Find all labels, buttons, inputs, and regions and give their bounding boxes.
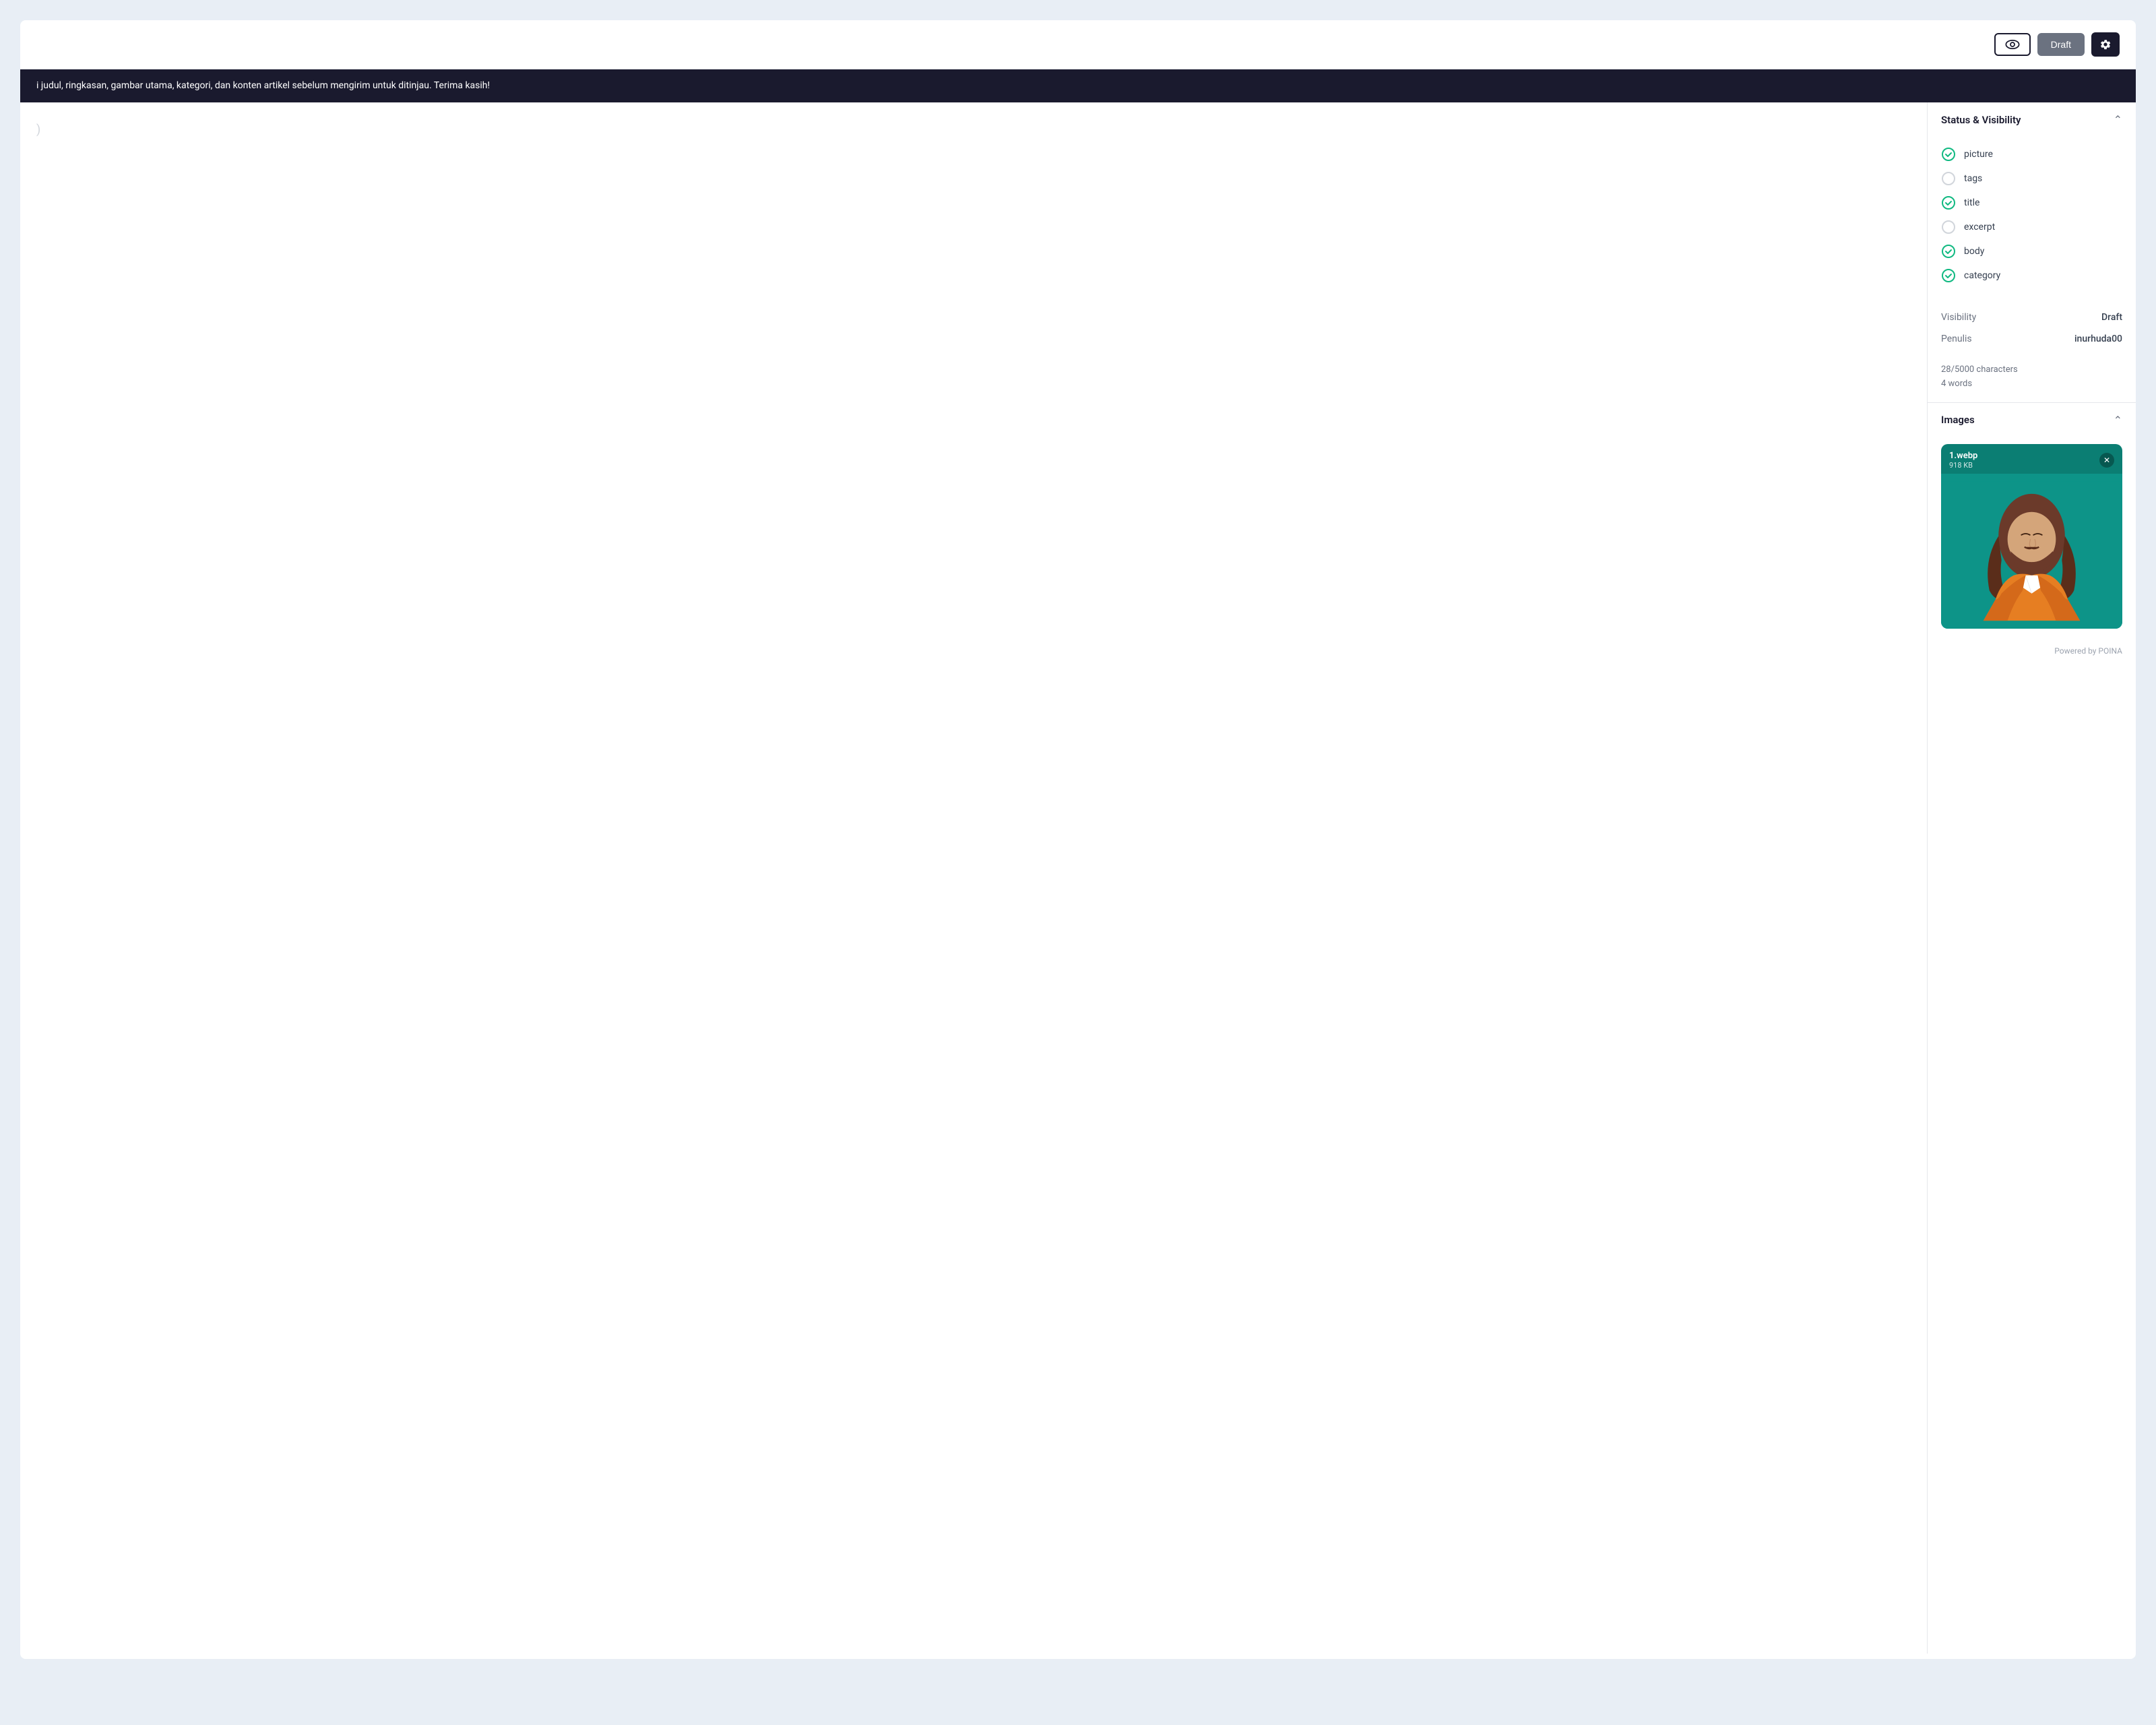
checklist-item-picture: picture bbox=[1941, 142, 2122, 166]
checklist-label-excerpt: excerpt bbox=[1964, 222, 1995, 232]
preview-button[interactable] bbox=[1994, 33, 2031, 56]
checklist-label-picture: picture bbox=[1964, 149, 1993, 160]
checklist-item-category: category bbox=[1941, 263, 2122, 288]
image-card-info: 1.webp 918 KB bbox=[1949, 451, 1977, 470]
status-visibility-header[interactable]: Status & Visibility ⌃ bbox=[1928, 102, 2136, 137]
person-illustration bbox=[1941, 474, 2122, 629]
checklist-item-excerpt: excerpt bbox=[1941, 215, 2122, 239]
check-excerpt-icon bbox=[1941, 220, 1956, 234]
status-visibility-section: Status & Visibility ⌃ picture bbox=[1928, 102, 2136, 403]
image-filename: 1.webp bbox=[1949, 451, 1977, 461]
checklist-label-title: title bbox=[1964, 197, 1979, 208]
draft-button[interactable]: Draft bbox=[2037, 33, 2085, 56]
check-category-icon bbox=[1941, 268, 1956, 283]
sidebar: Status & Visibility ⌃ picture bbox=[1927, 102, 2136, 1654]
image-filesize: 918 KB bbox=[1949, 461, 1977, 470]
main-container: Draft i judul, ringkasan, gambar utama, … bbox=[20, 20, 2136, 1659]
image-card-container: 1.webp 918 KB ✕ bbox=[1928, 437, 2136, 635]
check-tags-icon bbox=[1941, 171, 1956, 186]
gear-icon bbox=[2099, 38, 2112, 51]
notification-banner: i judul, ringkasan, gambar utama, katego… bbox=[20, 69, 2136, 102]
penulis-value: inurhuda00 bbox=[2074, 334, 2122, 344]
checklist-label-category: category bbox=[1964, 270, 2000, 281]
characters-count: 28/5000 characters bbox=[1941, 363, 2122, 377]
header: Draft bbox=[20, 20, 2136, 69]
images-section-header[interactable]: Images ⌃ bbox=[1928, 403, 2136, 437]
sidebar-footer: Powered by POINA bbox=[1928, 635, 2136, 664]
banner-text: i judul, ringkasan, gambar utama, katego… bbox=[36, 80, 490, 91]
meta-info: Visibility Draft Penulis inurhuda00 bbox=[1928, 299, 2136, 360]
image-preview bbox=[1941, 474, 2122, 629]
images-chevron-up-icon: ⌃ bbox=[2114, 414, 2122, 427]
checklist-item-title: title bbox=[1941, 191, 2122, 215]
image-card: 1.webp 918 KB ✕ bbox=[1941, 444, 2122, 629]
settings-button[interactable] bbox=[2091, 32, 2120, 57]
checklist-label-tags: tags bbox=[1964, 173, 1982, 184]
image-card-header: 1.webp 918 KB ✕ bbox=[1941, 444, 2122, 474]
status-visibility-title: Status & Visibility bbox=[1941, 114, 2021, 126]
content-placeholder: ) bbox=[36, 123, 40, 137]
char-info: 28/5000 characters 4 words bbox=[1928, 360, 2136, 402]
visibility-row: Visibility Draft bbox=[1941, 307, 2122, 328]
checklist-label-body: body bbox=[1964, 246, 1984, 257]
visibility-value: Draft bbox=[2101, 312, 2122, 323]
chevron-up-icon: ⌃ bbox=[2114, 113, 2122, 126]
preview-icon bbox=[2005, 40, 2020, 49]
content-layout: ) Status & Visibility ⌃ pictur bbox=[20, 102, 2136, 1654]
penulis-row: Penulis inurhuda00 bbox=[1941, 328, 2122, 350]
images-title: Images bbox=[1941, 414, 1975, 426]
visibility-label: Visibility bbox=[1941, 312, 1976, 323]
checklist-item-body: body bbox=[1941, 239, 2122, 263]
images-section: Images ⌃ 1.webp 918 KB ✕ bbox=[1928, 403, 2136, 635]
words-count: 4 words bbox=[1941, 377, 2122, 391]
main-content-area: ) bbox=[20, 102, 1927, 1654]
image-remove-button[interactable]: ✕ bbox=[2099, 453, 2114, 468]
penulis-label: Penulis bbox=[1941, 334, 1972, 344]
checklist-item-tags: tags bbox=[1941, 166, 2122, 191]
check-picture-icon bbox=[1941, 147, 1956, 162]
checklist: picture tags bbox=[1928, 137, 2136, 299]
powered-by-text: Powered by POINA bbox=[2054, 646, 2122, 656]
check-body-icon bbox=[1941, 244, 1956, 259]
check-title-icon bbox=[1941, 195, 1956, 210]
